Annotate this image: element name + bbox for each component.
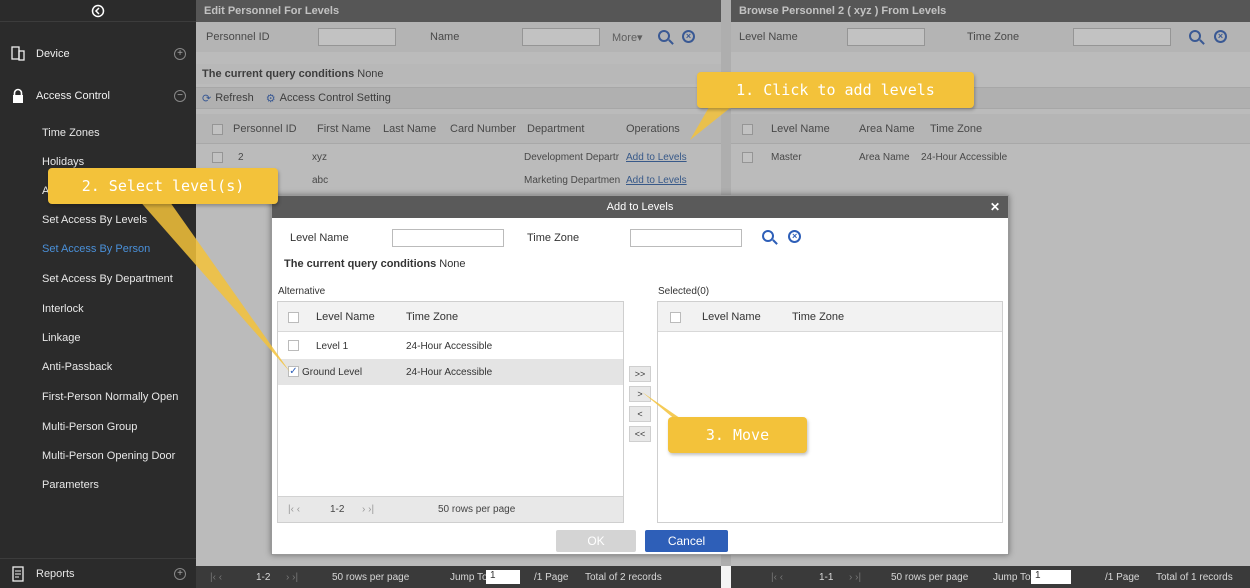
- sidebar-item-set-access-by-levels[interactable]: Set Access By Levels: [0, 205, 196, 234]
- total-records: Total of 1 records: [1156, 571, 1233, 583]
- expand-icon[interactable]: +: [174, 567, 186, 580]
- level-name-label: Level Name: [290, 232, 349, 244]
- collapse-circle-icon: [91, 4, 105, 17]
- time-zone-input[interactable]: [630, 229, 742, 247]
- alternative-list: Level Name Time Zone Level 1 24-Hour Acc…: [277, 301, 624, 523]
- sidebar-item-multi-person-group[interactable]: Multi-Person Group: [0, 412, 196, 441]
- next-page-icon[interactable]: › ›|: [286, 572, 298, 583]
- column-header: Level Name: [316, 310, 375, 323]
- close-icon[interactable]: ✕: [990, 200, 1000, 214]
- select-all-checkbox[interactable]: [670, 312, 681, 323]
- alternative-label: Alternative: [278, 286, 326, 297]
- list-item[interactable]: ✓ Ground Level 24-Hour Accessible: [278, 359, 623, 385]
- right-pagination: |‹ ‹ 1-1 › ›| 50 rows per page Jump To 1…: [731, 566, 1250, 588]
- page-range: 1-2: [330, 504, 345, 515]
- next-page-icon[interactable]: › ›|: [362, 497, 374, 522]
- sidebar-item-multi-person-opening-door[interactable]: Multi-Person Opening Door: [0, 441, 196, 470]
- first-page-icon[interactable]: |‹ ‹: [210, 572, 222, 583]
- time-zone-cell: 24-Hour Accessible: [406, 366, 493, 378]
- callout-step-3: 3. Move: [668, 417, 807, 453]
- callout-step-1: 1. Click to add levels: [697, 72, 974, 108]
- expand-icon[interactable]: +: [174, 48, 186, 60]
- jump-to-label: Jump To: [993, 571, 1031, 583]
- sidebar-item-parameters[interactable]: Parameters: [0, 470, 196, 499]
- device-icon: [10, 46, 26, 62]
- sidebar-item-set-access-by-department[interactable]: Set Access By Department: [0, 264, 196, 293]
- total-records: Total of 2 records: [585, 571, 662, 583]
- selected-list: Level Name Time Zone: [657, 301, 1003, 523]
- query-conditions-label: The current query conditions: [284, 258, 437, 270]
- query-conditions: The current query conditions None: [284, 258, 466, 270]
- move-all-left-button[interactable]: <<: [629, 426, 651, 442]
- clear-icon[interactable]: ×: [788, 230, 801, 243]
- jump-to-input[interactable]: 1: [1031, 570, 1071, 584]
- sidebar-menu-label: Device: [36, 48, 70, 60]
- checkmark-icon[interactable]: ✓: [288, 366, 299, 377]
- column-header: Time Zone: [406, 310, 459, 323]
- alternative-header: Level Name Time Zone: [278, 302, 623, 332]
- page-range: 1-1: [819, 571, 834, 583]
- add-to-levels-dialog: Add to Levels ✕ Level Name Time Zone × T…: [271, 195, 1009, 555]
- dialog-query-row: Level Name Time Zone ×: [272, 226, 1008, 250]
- query-conditions-value: None: [439, 258, 466, 270]
- page-count: /1 Page: [534, 571, 569, 583]
- sidebar-item-time-zones[interactable]: Time Zones: [0, 118, 196, 147]
- rows-per-page-select[interactable]: 50 rows per page: [438, 497, 515, 522]
- lock-icon: [10, 88, 26, 104]
- jump-to-input[interactable]: 1: [486, 570, 520, 584]
- reports-icon: [10, 565, 26, 582]
- selected-label: Selected(0): [658, 286, 710, 297]
- callout-step-2: 2. Select level(s): [48, 168, 278, 204]
- sidebar-menu-reports[interactable]: Reports +: [0, 558, 196, 588]
- sidebar-item-first-person-normally-open[interactable]: First-Person Normally Open: [0, 382, 196, 411]
- column-header: Time Zone: [792, 310, 845, 323]
- list-item[interactable]: Level 1 24-Hour Accessible: [278, 333, 623, 359]
- cancel-button[interactable]: Cancel: [645, 530, 728, 552]
- level-name-cell: Ground Level: [302, 366, 363, 378]
- first-page-icon[interactable]: |‹ ‹: [288, 497, 300, 522]
- select-all-checkbox[interactable]: [288, 312, 299, 323]
- next-page-icon[interactable]: › ›|: [849, 572, 861, 583]
- sidebar-item-set-access-by-person[interactable]: Set Access By Person: [0, 234, 196, 263]
- sidebar-item-interlock[interactable]: Interlock: [0, 294, 196, 323]
- sidebar-menu-label: Reports: [36, 567, 75, 580]
- rows-per-page-select[interactable]: 50 rows per page: [332, 572, 409, 583]
- ok-button[interactable]: OK: [556, 530, 636, 552]
- sidebar-menu-device[interactable]: Device +: [0, 36, 196, 72]
- move-left-button[interactable]: <: [629, 406, 651, 422]
- selected-header: Level Name Time Zone: [658, 302, 1002, 332]
- column-header: Level Name: [702, 310, 761, 323]
- level-name-cell: Level 1: [316, 340, 349, 352]
- rows-per-page-select[interactable]: 50 rows per page: [891, 572, 968, 583]
- dialog-title-text: Add to Levels: [606, 201, 674, 213]
- move-all-right-button[interactable]: >>: [629, 366, 651, 382]
- move-right-button[interactable]: >: [629, 386, 651, 402]
- first-page-icon[interactable]: |‹ ‹: [771, 572, 783, 583]
- sidebar-menu-label: Access Control: [36, 90, 110, 102]
- dialog-pagination: |‹ ‹ 1-2 › ›| 50 rows per page: [278, 496, 623, 522]
- collapse-icon[interactable]: −: [174, 90, 186, 102]
- sidebar-item-anti-passback[interactable]: Anti-Passback: [0, 352, 196, 381]
- page-range: 1-2: [256, 571, 271, 583]
- time-zone-label: Time Zone: [527, 232, 580, 244]
- row-checkbox[interactable]: [288, 340, 299, 351]
- jump-to-label: Jump To: [450, 571, 488, 583]
- page-count: /1 Page: [1105, 571, 1140, 583]
- sidebar: Device + Access Control − Time Zones Hol…: [0, 0, 196, 588]
- sidebar-item-linkage[interactable]: Linkage: [0, 323, 196, 352]
- time-zone-cell: 24-Hour Accessible: [406, 340, 493, 352]
- search-icon[interactable]: [762, 230, 774, 242]
- level-name-input[interactable]: [392, 229, 504, 247]
- collapse-sidebar-button[interactable]: [0, 0, 196, 22]
- dialog-title: Add to Levels ✕: [272, 196, 1008, 218]
- sidebar-menu-access-control[interactable]: Access Control −: [0, 78, 196, 114]
- left-pagination: |‹ ‹ 1-2 › ›| 50 rows per page Jump To 1…: [196, 566, 721, 588]
